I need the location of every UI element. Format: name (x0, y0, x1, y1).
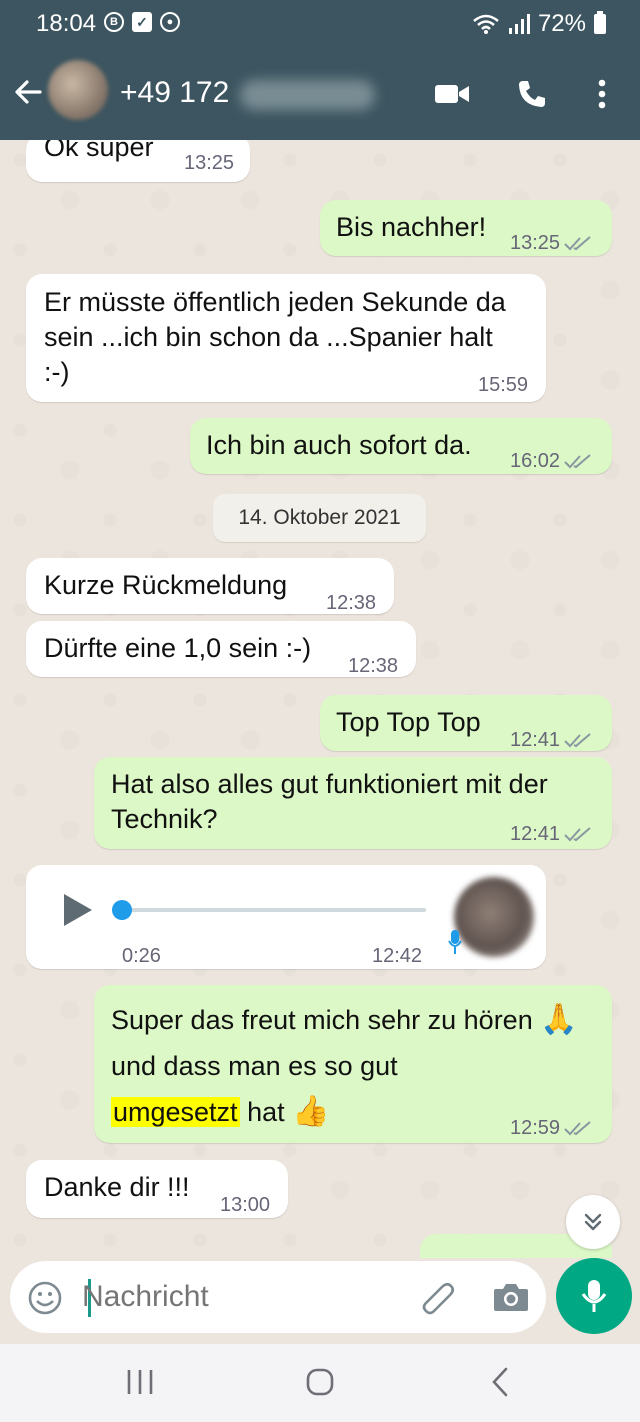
mic-button[interactable] (556, 1258, 632, 1334)
blurred-number (240, 80, 375, 110)
time-label: 12:59 (510, 1117, 561, 1139)
message-out[interactable]: Ich bin auch sofort da. 16:02 (190, 418, 612, 474)
phone-icon[interactable] (514, 78, 550, 110)
message-text: Bis nachher! (336, 212, 487, 242)
status-time: 18:04 (36, 10, 97, 37)
double-check-icon (564, 733, 591, 748)
more-icon[interactable] (584, 78, 620, 110)
highlighted-text: umgesetzt (111, 1097, 240, 1127)
message-text: Kurze Rückmeldung (44, 570, 288, 600)
message-in[interactable]: Dürfte eine 1,0 sein :-) 12:38 (26, 621, 416, 677)
battery-percent: 72% (537, 10, 586, 37)
camera-icon[interactable] (492, 1279, 530, 1315)
message-out[interactable]: Top Top Top 12:41 (320, 695, 612, 751)
double-check-icon (564, 454, 591, 469)
chat-area[interactable]: Ok super 13:25 Bis nachher! 13:25 Er müs… (0, 140, 640, 1258)
message-text-part: und dass man es so gut (111, 1051, 398, 1081)
scroll-down-button[interactable] (566, 1195, 620, 1249)
message-in[interactable]: Danke dir !!! 13:00 (26, 1160, 288, 1218)
contact-name[interactable]: +49 172 (120, 76, 229, 110)
time-label: 16:02 (510, 450, 561, 472)
message-text: Top Top Top (336, 707, 481, 737)
message-in[interactable]: Ok super 13:25 (26, 140, 250, 182)
message-time: 12:41 (510, 723, 592, 758)
message-out[interactable]: Bis nachher! 13:25 (320, 200, 612, 256)
mic-icon (581, 1280, 607, 1312)
message-text-part: Super das freut mich sehr zu hören (111, 1005, 533, 1035)
mic-small-icon (448, 930, 462, 954)
message-out[interactable]: Super das freut mich sehr zu hören 🙏 und… (94, 985, 612, 1143)
message-time: 15:59 (478, 374, 529, 396)
time-label: 12:41 (510, 729, 561, 751)
back-arrow-icon[interactable] (12, 76, 44, 108)
message-time: 12:38 (326, 592, 377, 614)
play-icon[interactable] (62, 893, 94, 927)
status-bar: 18:04 B ✓ ● 72% (0, 0, 640, 48)
message-out[interactable]: Hat also alles gut funktioniert mit der … (94, 757, 612, 849)
message-input-bar (10, 1261, 546, 1333)
recent-apps-icon[interactable] (126, 1366, 154, 1398)
back-icon[interactable] (488, 1366, 512, 1398)
message-time: 13:25 (510, 226, 592, 261)
time-label: 13:25 (510, 232, 561, 254)
message-time: 12:41 (510, 817, 592, 852)
time-label: 12:41 (510, 823, 561, 845)
chevron-double-down-icon (584, 1213, 602, 1231)
emoji-icon[interactable] (28, 1281, 62, 1315)
sync-icon: ● (160, 12, 180, 32)
battery-icon (594, 11, 606, 34)
message-input[interactable] (82, 1277, 402, 1317)
attach-icon[interactable] (418, 1279, 458, 1319)
message-in[interactable]: Er müsste öffentlich jeden Sekunde da se… (26, 274, 546, 402)
status-right: 72% (472, 10, 606, 38)
message-time: 16:02 (510, 444, 592, 479)
voice-duration: 0:26 (122, 945, 161, 967)
double-check-icon (564, 1121, 591, 1136)
message-time: 12:38 (348, 655, 399, 677)
signal-icon (508, 14, 530, 34)
thumbs-up-emoji: 👍 (292, 1095, 330, 1128)
home-icon[interactable] (305, 1366, 335, 1398)
message-time: 12:59 (510, 1111, 592, 1146)
message-in[interactable]: Kurze Rückmeldung 12:38 (26, 558, 394, 614)
message-text: Ok super (44, 140, 154, 162)
voice-message[interactable]: 0:26 12:42 (26, 865, 546, 969)
double-check-icon (564, 236, 591, 251)
message-text-part: hat (247, 1097, 285, 1127)
message-time: 12:42 (372, 945, 423, 967)
date-divider: 14. Oktober 2021 (213, 494, 426, 542)
system-nav-bar (0, 1344, 640, 1422)
message-text: Ich bin auch sofort da. (206, 430, 472, 460)
chat-header: +49 172 (0, 48, 640, 140)
wifi-icon (473, 14, 499, 34)
contact-avatar[interactable] (48, 60, 108, 120)
message-text: Danke dir !!! (44, 1172, 190, 1202)
message-time: 13:25 (184, 152, 235, 174)
pray-emoji: 🙏 (540, 1003, 578, 1036)
voice-track[interactable] (122, 908, 426, 912)
video-call-icon[interactable] (434, 78, 470, 110)
status-icons: B ✓ ● (104, 12, 180, 32)
voice-avatar (454, 877, 534, 957)
message-text: Er müsste öffentlich jeden Sekunde da se… (44, 287, 506, 387)
double-check-icon (564, 827, 591, 842)
message-text: Dürfte eine 1,0 sein :-) (44, 633, 312, 663)
voice-progress-knob[interactable] (112, 900, 132, 920)
message-time: 13:00 (220, 1194, 271, 1216)
b-icon: B (104, 12, 124, 32)
check-box-icon: ✓ (132, 12, 152, 32)
